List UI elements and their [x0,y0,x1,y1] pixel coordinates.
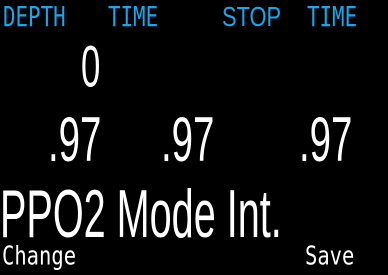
time-header-label: TIME [108,1,159,34]
dive-computer-screen: DEPTH TIME STOP TIME 0 .97 .97 .97 PPO2 … [0,0,388,275]
depth-header-label: DEPTH [3,1,66,34]
ppo2-mode-setting: PPO2 Mode Int. [0,175,282,252]
stop-header-label: STOP [222,0,282,33]
depth-value: 0 [81,32,101,99]
stop-time-header-label: TIME [307,1,358,34]
ppo2-sensor-2-value: .97 [161,104,215,176]
ppo2-sensor-3-value: .97 [299,104,353,176]
change-button[interactable]: Change [2,243,76,269]
ppo2-sensor-1-value: .97 [48,104,102,176]
save-button[interactable]: Save [305,243,354,269]
